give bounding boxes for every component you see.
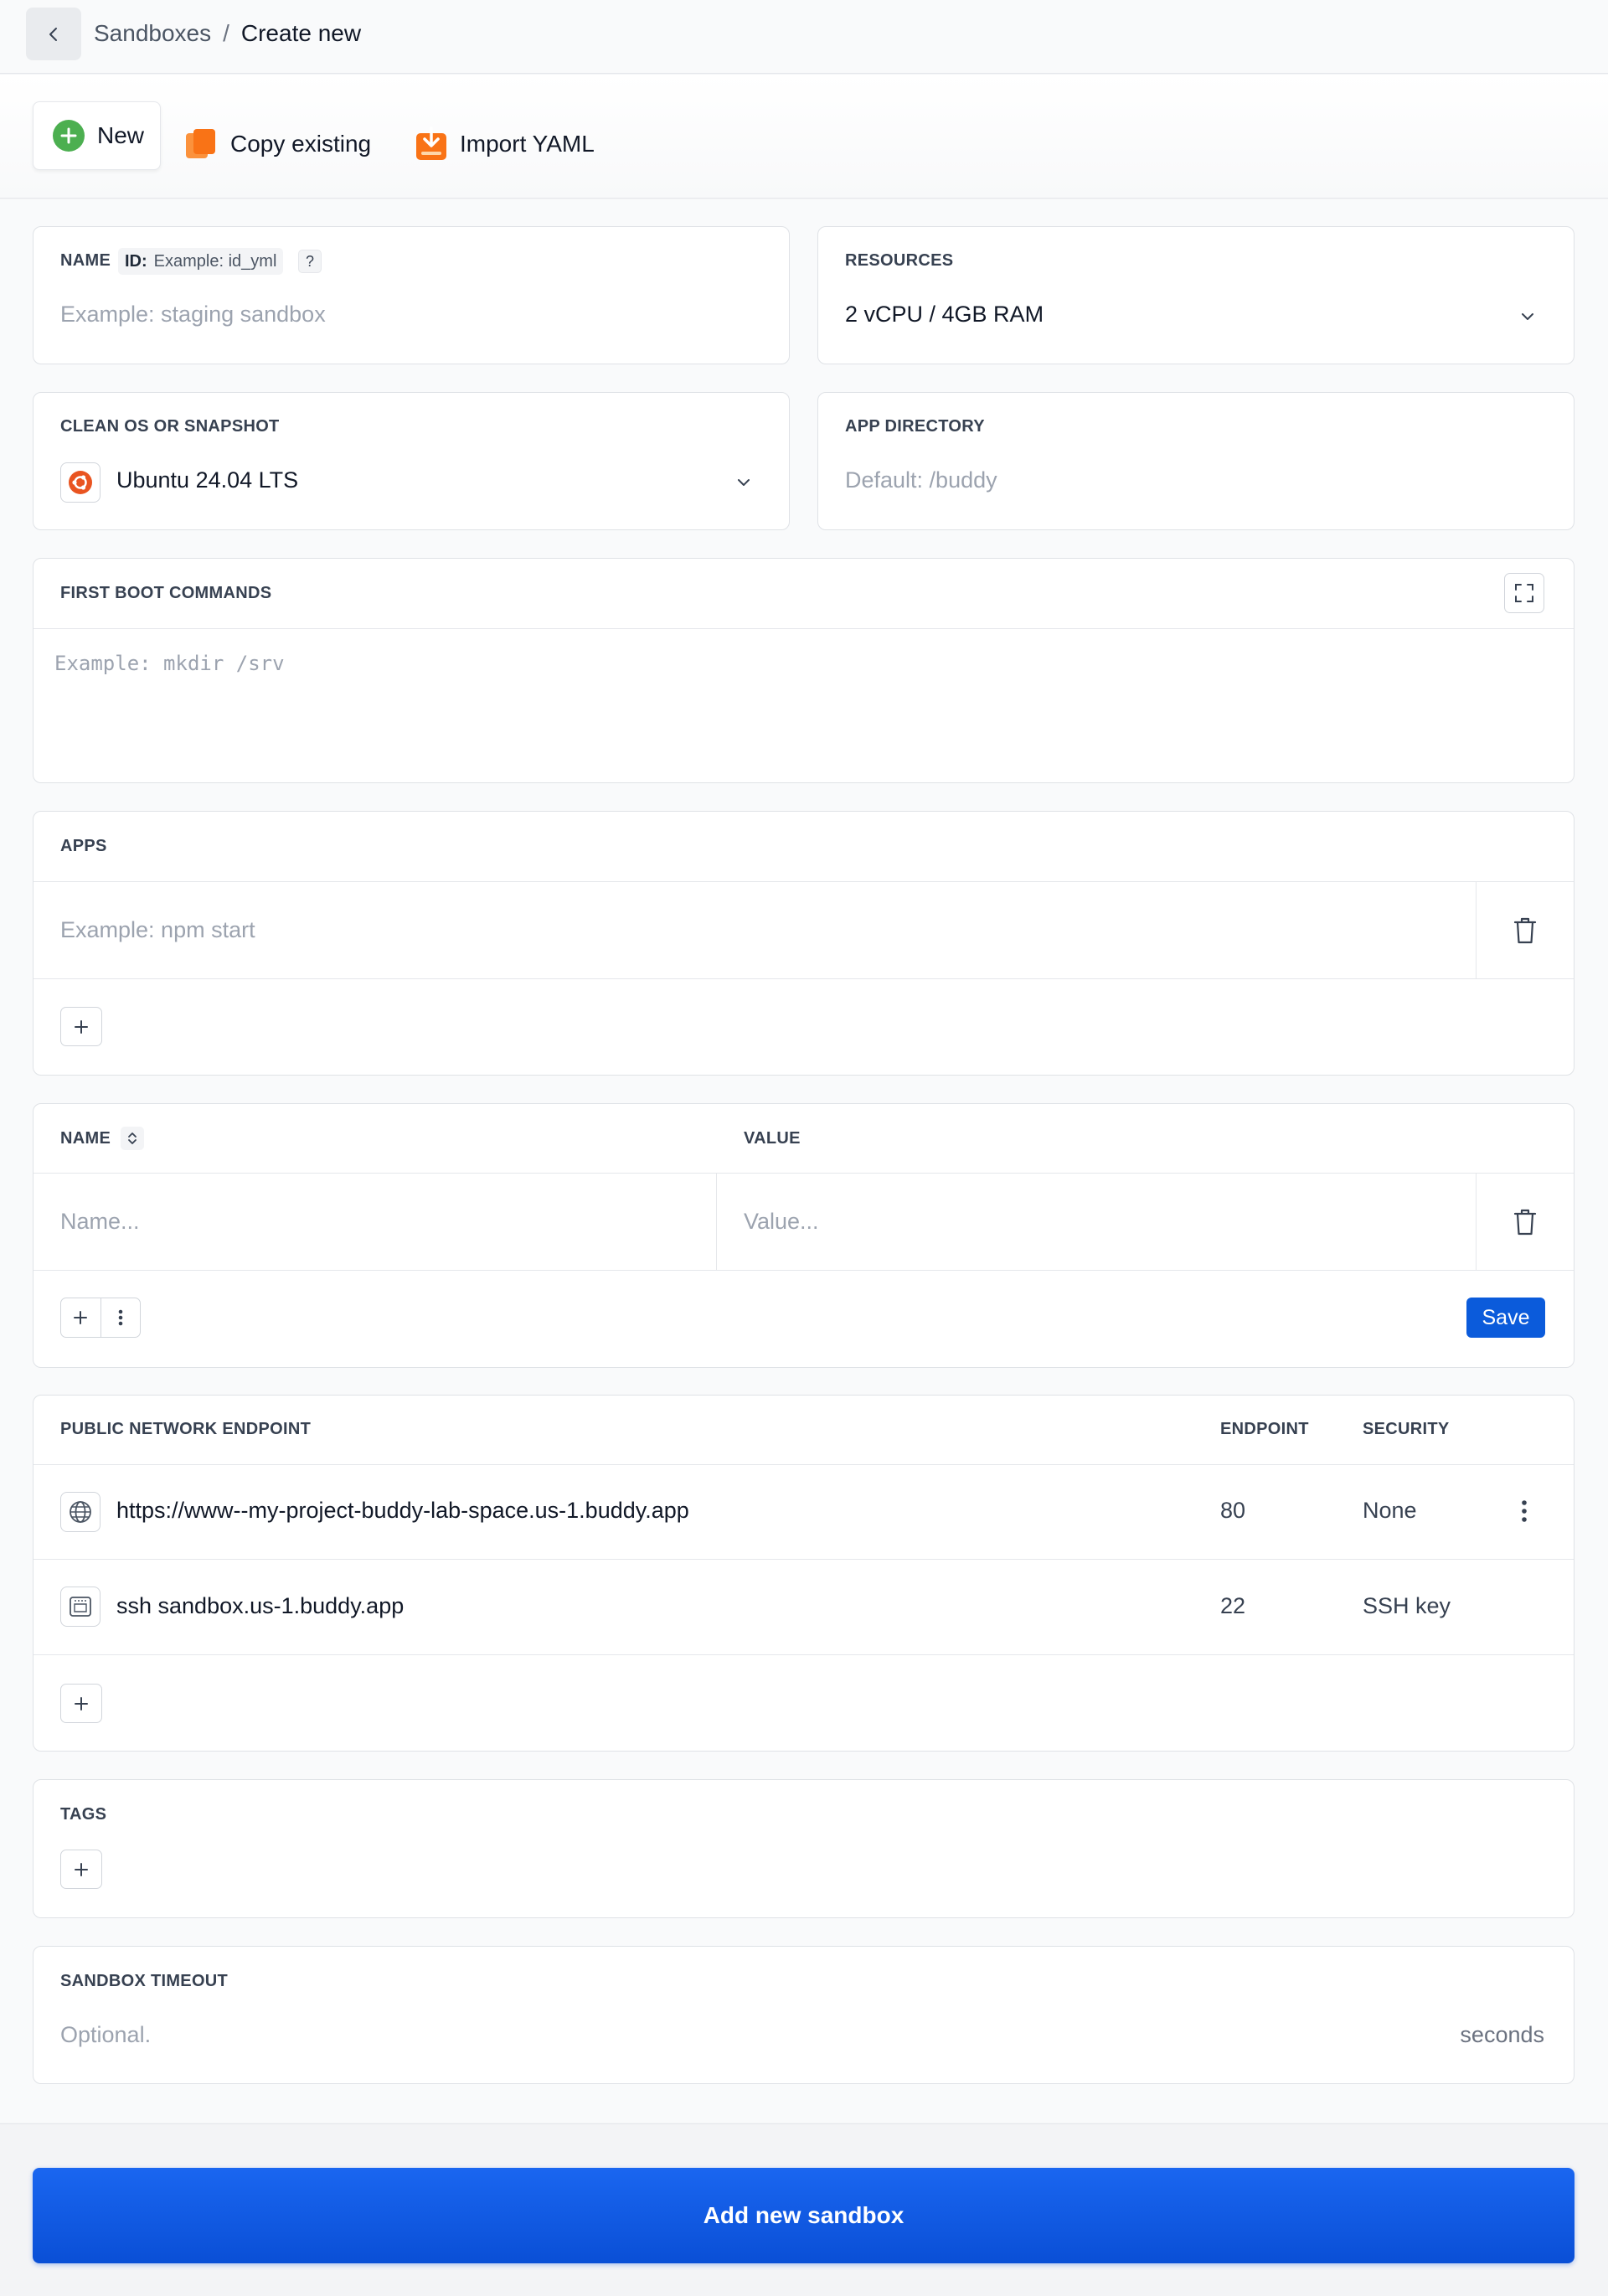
globe-icon xyxy=(60,1492,100,1532)
os-card xyxy=(33,392,790,530)
app-command-input[interactable]: Example: npm start xyxy=(60,917,255,943)
expand-button[interactable] xyxy=(1504,573,1544,613)
breadcrumb-separator: / xyxy=(223,20,229,46)
divider xyxy=(34,978,1574,979)
os-label: CLEAN OS OR SNAPSHOT xyxy=(60,417,280,436)
apps-label: APPS xyxy=(60,837,107,855)
resources-label: RESOURCES xyxy=(845,251,954,270)
divider xyxy=(34,1654,1574,1655)
variable-name-header: NAME xyxy=(60,1129,111,1148)
add-variable-button[interactable] xyxy=(61,1298,100,1337)
name-label: NAME xyxy=(60,251,111,270)
breadcrumb: Sandboxes / Create new xyxy=(94,18,361,49)
add-tag-button[interactable] xyxy=(60,1850,102,1889)
variable-name-input[interactable]: Name... xyxy=(60,1209,140,1235)
divider xyxy=(34,881,1574,882)
name-input[interactable]: Example: staging sandbox xyxy=(60,302,326,328)
apps-card xyxy=(33,811,1574,1076)
variable-actions xyxy=(60,1298,141,1338)
endpoint-address[interactable]: ssh sandbox.us-1.buddy.app xyxy=(116,1593,404,1619)
plus-icon xyxy=(75,1862,88,1876)
tab-import-yaml[interactable]: Import YAML xyxy=(415,117,595,171)
tab-new[interactable]: New xyxy=(33,101,161,170)
endpoint-header: PUBLIC NETWORK ENDPOINT xyxy=(60,1420,312,1438)
timeout-label: SANDBOX TIMEOUT xyxy=(60,1972,229,1990)
id-label: ID: xyxy=(125,251,147,271)
breadcrumb-current: Create new xyxy=(240,20,362,46)
divider xyxy=(34,1464,1574,1465)
help-button[interactable]: ? xyxy=(298,250,322,273)
sort-button[interactable] xyxy=(121,1127,144,1150)
endpoint-address[interactable]: https://www--my-project-buddy-lab-space.… xyxy=(116,1498,689,1524)
import-icon xyxy=(415,126,448,162)
tab-import-yaml-label: Import YAML xyxy=(460,131,595,157)
tags-label: TAGS xyxy=(60,1805,107,1824)
variable-value-header: VALUE xyxy=(744,1129,801,1148)
divider xyxy=(1476,882,1477,978)
first-boot-label: FIRST BOOT COMMANDS xyxy=(60,584,272,602)
tab-copy-existing[interactable]: Copy existing xyxy=(183,117,371,171)
app-directory-card xyxy=(817,392,1574,530)
tab-new-label: New xyxy=(97,122,145,148)
plus-icon xyxy=(74,1311,88,1324)
security-column-header: SECURITY xyxy=(1363,1420,1450,1438)
breadcrumb-sandboxes-link[interactable]: Sandboxes xyxy=(94,20,211,46)
divider xyxy=(34,1270,1574,1271)
divider xyxy=(34,628,1574,629)
expand-icon xyxy=(1515,584,1533,602)
ubuntu-icon xyxy=(60,462,100,503)
divider xyxy=(34,1559,1574,1560)
trash-icon[interactable] xyxy=(1513,1208,1538,1236)
add-endpoint-button[interactable] xyxy=(60,1684,102,1723)
os-select[interactable]: Ubuntu 24.04 LTS xyxy=(116,467,298,493)
app-directory-input[interactable]: Default: /buddy xyxy=(845,467,997,493)
terminal-icon xyxy=(60,1587,100,1627)
endpoint-security: None xyxy=(1363,1498,1417,1523)
divider xyxy=(34,1173,1574,1174)
variable-value-input[interactable]: Value... xyxy=(744,1209,819,1235)
endpoint-port: 80 xyxy=(1220,1498,1246,1523)
endpoint-security: SSH key xyxy=(1363,1593,1451,1618)
plus-icon xyxy=(75,1019,88,1034)
chevron-down-icon[interactable] xyxy=(1518,307,1538,327)
plus-icon xyxy=(75,1696,88,1710)
endpoint-port: 22 xyxy=(1220,1593,1246,1618)
endpoint-column-header: ENDPOINT xyxy=(1220,1420,1309,1438)
tags-card xyxy=(33,1779,1574,1918)
timeout-unit: seconds xyxy=(1460,2022,1544,2047)
divider xyxy=(1476,1174,1477,1270)
more-vertical-icon xyxy=(118,1309,123,1326)
resources-select[interactable]: 2 vCPU / 4GB RAM xyxy=(845,302,1044,328)
chevron-down-icon[interactable] xyxy=(734,472,754,493)
more-vertical-icon[interactable] xyxy=(1521,1499,1528,1523)
timeout-input[interactable]: Optional. xyxy=(60,2022,151,2048)
more-options-button[interactable] xyxy=(100,1298,140,1337)
id-placeholder: Example: id_yml xyxy=(153,251,277,271)
back-button[interactable] xyxy=(26,8,81,60)
resources-card xyxy=(817,226,1574,364)
divider xyxy=(716,1174,717,1270)
sort-icon xyxy=(128,1133,137,1144)
add-sandbox-button[interactable]: Add new sandbox xyxy=(33,2168,1574,2263)
endpoints-card xyxy=(33,1395,1574,1752)
save-button[interactable]: Save xyxy=(1466,1298,1545,1338)
plus-circle-icon xyxy=(52,119,85,152)
chevron-left-icon xyxy=(49,27,57,41)
first-boot-commands-input[interactable]: Example: mkdir /srv xyxy=(54,652,285,675)
trash-icon[interactable] xyxy=(1513,916,1538,945)
id-field[interactable]: ID: Example: id_yml xyxy=(118,248,284,275)
copy-icon xyxy=(183,126,219,162)
add-app-button[interactable] xyxy=(60,1007,102,1046)
app-directory-label: APP DIRECTORY xyxy=(845,417,985,436)
name-card xyxy=(33,226,790,364)
tab-copy-existing-label: Copy existing xyxy=(230,131,372,157)
variables-card xyxy=(33,1103,1574,1368)
timeout-card xyxy=(33,1946,1574,2084)
